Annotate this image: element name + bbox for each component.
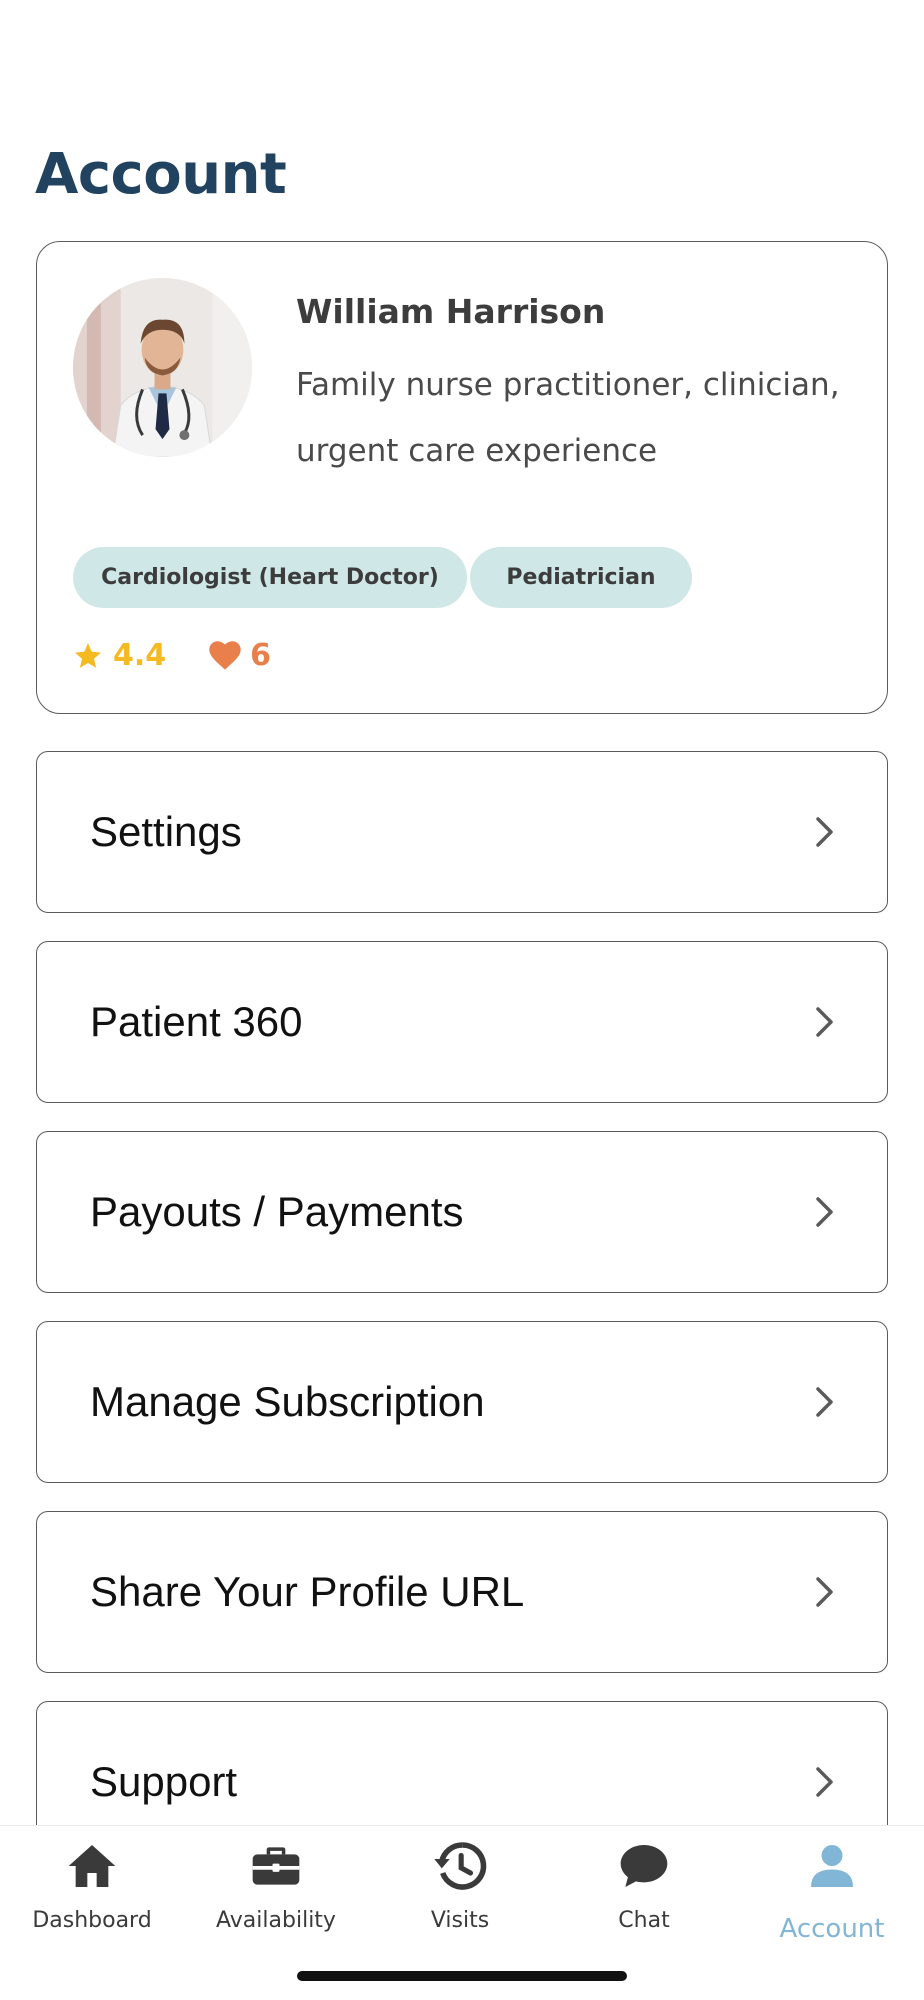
chevron-right-icon <box>816 817 833 847</box>
menu-item-patient-360[interactable]: Patient 360 <box>36 941 888 1103</box>
likes-stat: 6 <box>208 638 271 673</box>
tab-chat[interactable]: Chat <box>552 1826 736 1956</box>
profile-card[interactable]: William Harrison Family nurse practition… <box>36 241 888 714</box>
chevron-right-icon <box>816 1387 833 1417</box>
menu-item-manage-subscription[interactable]: Manage Subscription <box>36 1321 888 1483</box>
menu-item-label: Payouts / Payments <box>90 1188 464 1235</box>
tab-visits[interactable]: Visits <box>368 1826 552 1956</box>
star-icon <box>75 642 101 668</box>
user-icon <box>811 1845 853 1887</box>
history-icon <box>434 1842 487 1890</box>
menu-item-label: Settings <box>90 808 242 855</box>
tab-label: Availability <box>216 1908 336 1933</box>
tab-label: Chat <box>618 1908 670 1933</box>
briefcase-icon <box>252 1847 300 1885</box>
menu-item-payouts-payments[interactable]: Payouts / Payments <box>36 1131 888 1293</box>
specialty-tag: Pediatrician <box>470 547 692 608</box>
home-icon <box>68 1845 116 1887</box>
chevron-right-icon <box>816 1577 833 1607</box>
tab-label: Account <box>779 1914 885 1944</box>
doctor-name: William Harrison <box>296 292 606 331</box>
account-screen: Account William Harrison Family nurse pr… <box>0 0 924 2000</box>
tab-label: Visits <box>430 1908 490 1933</box>
menu-item-label: Manage Subscription <box>90 1378 485 1425</box>
home-indicator <box>297 1971 627 1981</box>
profile-stats: 4.4 6 <box>73 638 271 673</box>
tab-dashboard[interactable]: Dashboard <box>0 1826 184 1956</box>
avatar <box>73 278 252 457</box>
menu-item-share-profile-url[interactable]: Share Your Profile URL <box>36 1511 888 1673</box>
tab-availability[interactable]: Availability <box>184 1826 368 1956</box>
tab-account[interactable]: Account <box>740 1826 924 1956</box>
menu-item-label: Share Your Profile URL <box>90 1568 525 1615</box>
chat-bubble-icon <box>620 1845 668 1887</box>
chevron-right-icon <box>816 1007 833 1037</box>
chevron-right-icon <box>816 1197 833 1227</box>
doctor-photo-icon <box>73 278 252 457</box>
specialty-tag: Cardiologist (Heart Doctor) <box>73 547 467 608</box>
page-title: Account <box>35 142 287 207</box>
menu-item-settings[interactable]: Settings <box>36 751 888 913</box>
tab-label: Dashboard <box>32 1908 152 1933</box>
rating-value: 4.4 <box>113 638 167 673</box>
menu-item-label: Patient 360 <box>90 998 303 1045</box>
heart-icon <box>209 640 241 670</box>
rating-stat: 4.4 <box>73 638 166 673</box>
chevron-right-icon <box>816 1767 833 1797</box>
doctor-description: Family nurse practitioner, clinician, ur… <box>296 367 840 469</box>
specialty-tags: Cardiologist (Heart Doctor) Pediatrician <box>73 547 692 608</box>
likes-value: 6 <box>250 638 272 673</box>
